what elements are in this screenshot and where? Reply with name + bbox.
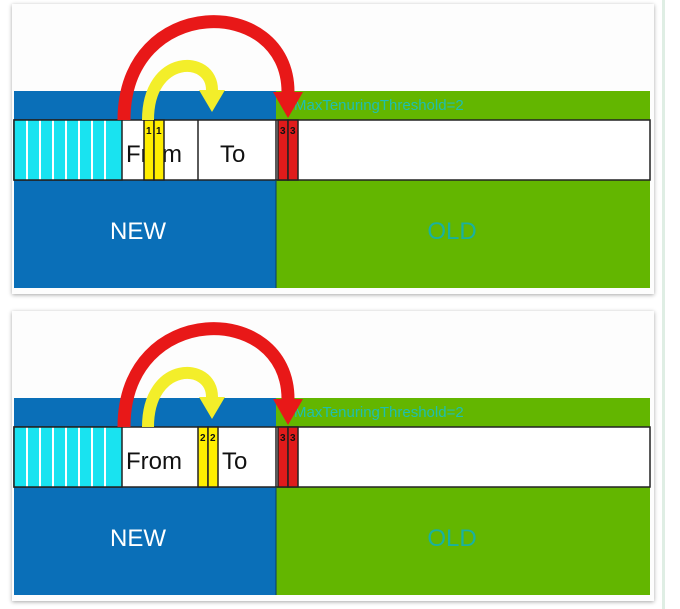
old-generation-label: OLD bbox=[427, 525, 476, 552]
young-generation-label: NEW bbox=[110, 525, 166, 552]
eden-space bbox=[13, 119, 123, 181]
object-age-label: 1 bbox=[156, 126, 162, 137]
heap-diagram-2: From 2 2 To 3 3 MaxTenuringThreshold=2 N… bbox=[13, 322, 651, 595]
object-age-label: 3 bbox=[290, 433, 296, 444]
old-generation-label: OLD bbox=[427, 218, 476, 245]
threshold-label: MaxTenuringThreshold=2 bbox=[294, 404, 464, 421]
object-age-label: 1 bbox=[146, 126, 152, 137]
to-space-label: To bbox=[220, 141, 245, 168]
heap-diagram-panel-1: From 1 1 To 3 3 MaxTenuringThreshold=2 N… bbox=[12, 4, 654, 294]
object-age-label: 3 bbox=[280, 433, 286, 444]
heap-diagram-1: From 1 1 To 3 3 MaxTenuringThreshold=2 N… bbox=[13, 15, 651, 288]
threshold-label: MaxTenuringThreshold=2 bbox=[294, 97, 464, 114]
young-generation-label: NEW bbox=[110, 218, 166, 245]
object-age-label: 2 bbox=[200, 433, 206, 444]
object-age-label: 3 bbox=[290, 126, 296, 137]
object-age-label: 2 bbox=[210, 433, 216, 444]
heap-diagram-panel-2: From 2 2 To 3 3 MaxTenuringThreshold=2 N… bbox=[12, 311, 654, 601]
to-space-label: To bbox=[222, 448, 247, 475]
from-space-label: From bbox=[126, 448, 182, 475]
eden-space bbox=[13, 426, 123, 488]
object-age-label: 3 bbox=[280, 126, 286, 137]
window-edge bbox=[662, 0, 665, 609]
